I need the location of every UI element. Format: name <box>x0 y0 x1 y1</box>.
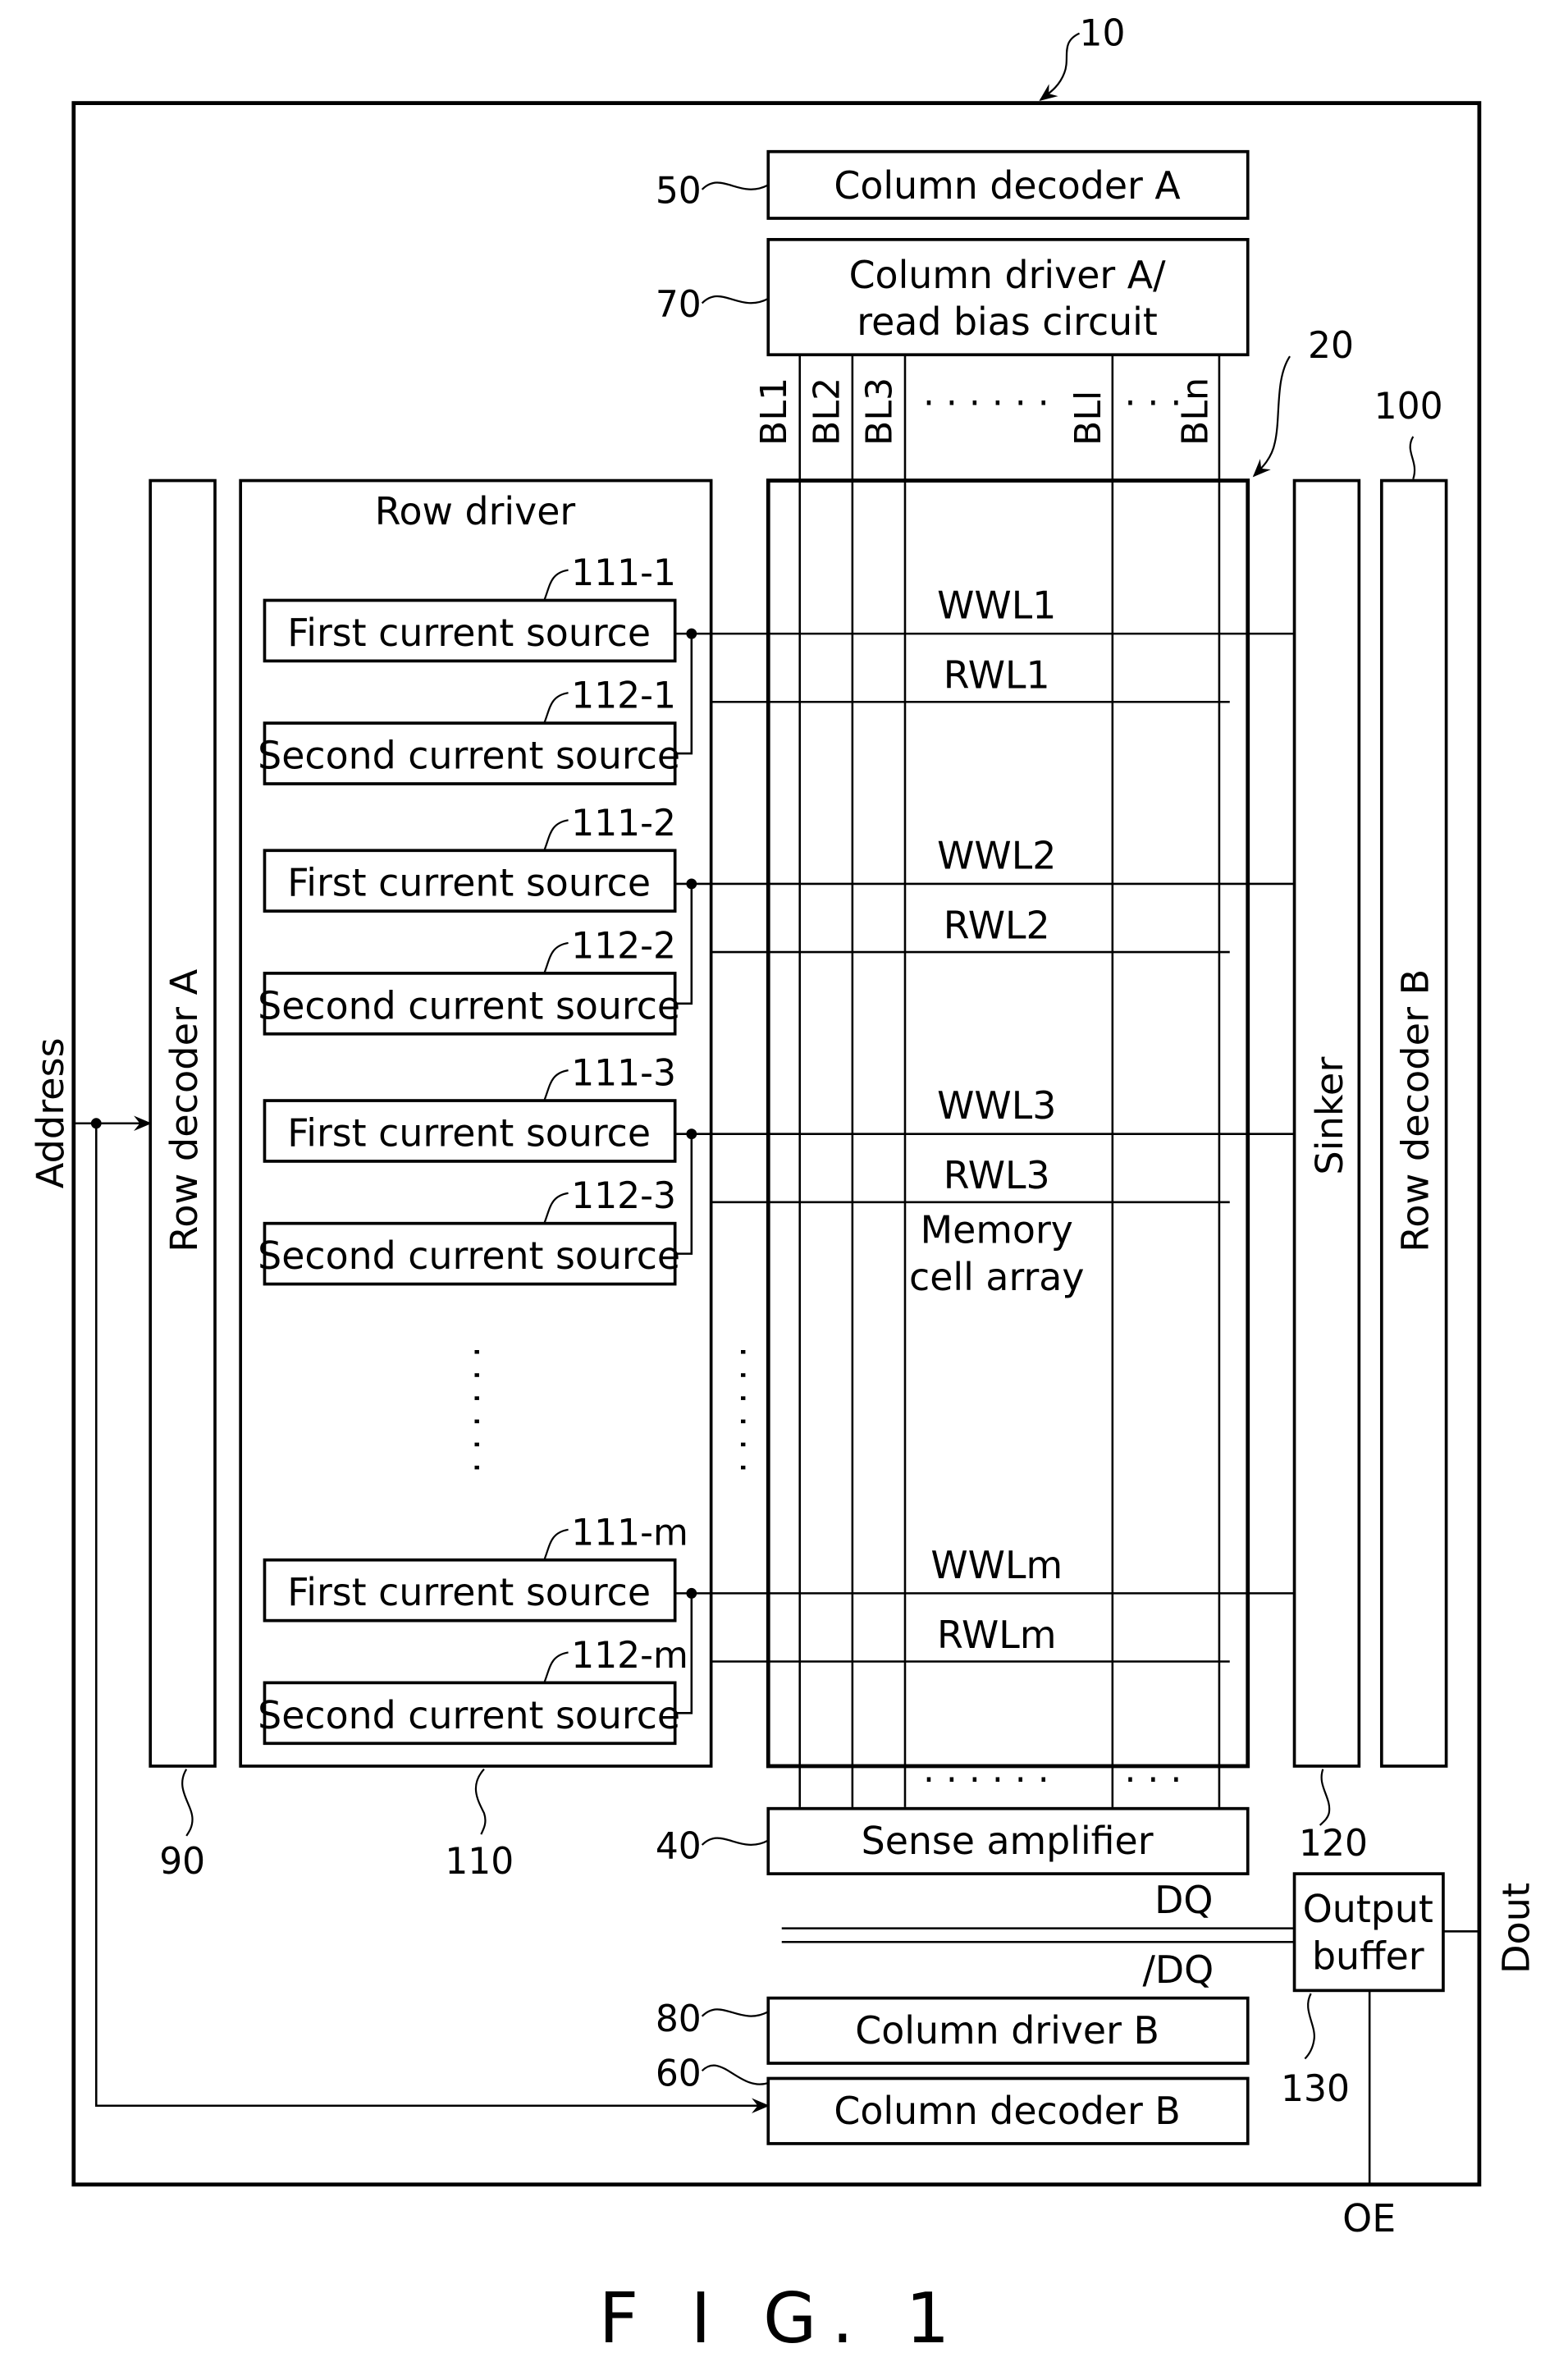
row-decoder-b-label: Row decoder B <box>1393 969 1438 1252</box>
row-decoder-a-label: Row decoder A <box>162 968 206 1252</box>
row-driver-label: Row driver <box>375 489 576 533</box>
bit-line-ellipsis-bottom-small: · · · <box>1124 1759 1182 1801</box>
ref-110-leader <box>474 1768 487 1835</box>
current-source-groups: First current source 111-1 Second current … <box>258 552 1295 1746</box>
device-ref: 10 <box>1080 12 1126 54</box>
memory-cell-array-label-line2: cell array <box>909 1255 1084 1299</box>
column-driver-a-label-line2: read bias circuit <box>857 300 1158 344</box>
bit-line-label-2: BL2 <box>807 378 848 446</box>
column-decoder-a-label: Column decoder A <box>834 163 1181 208</box>
sinker-label: Sinker <box>1307 1057 1351 1175</box>
ref-90-leader <box>181 1769 194 1837</box>
sinker: Sinker <box>1292 478 1361 1768</box>
first-current-source-label: First current source <box>287 1570 651 1614</box>
column-driver-a: Column driver A/ read bias circuit <box>766 238 1250 357</box>
ref-120-leader <box>1319 1769 1331 1826</box>
ref-100: 100 <box>1374 386 1443 428</box>
junction-dot <box>686 1128 697 1140</box>
bit-line-label-3: BL3 <box>859 378 901 446</box>
bit-line-label-l: BLl <box>1067 391 1109 446</box>
ref-50-leader <box>701 181 769 190</box>
dq-label: DQ <box>1154 1878 1213 1922</box>
ref-60-leader <box>701 2064 769 2085</box>
column-driver-b: Column driver B <box>766 1996 1250 2065</box>
first-current-source-label: First current source <box>287 861 651 905</box>
first-current-source-ref: 111-3 <box>571 1052 676 1094</box>
ref-40-leader <box>701 1837 769 1846</box>
ref-40: 40 <box>656 1825 702 1867</box>
first-current-source-ref: 111-2 <box>571 803 676 844</box>
read-word-line-label: RWL2 <box>944 903 1050 947</box>
second-current-source-label: Second current source <box>258 983 680 1028</box>
oe-label: OE <box>1342 2196 1396 2241</box>
ref-80: 80 <box>656 1998 702 2040</box>
ref-120: 120 <box>1299 1823 1368 1865</box>
column-driver-b-label: Column driver B <box>855 2008 1159 2053</box>
column-decoder-b-label: Column decoder B <box>834 2089 1180 2133</box>
sense-amplifier-label: Sense amplifier <box>862 1819 1154 1863</box>
junction-dot <box>686 1587 697 1599</box>
fig1-block-diagram: 10 Column decoder A 50 Column driver A/ … <box>28 12 1538 2359</box>
ref-70-leader <box>701 295 769 304</box>
first-current-source-ref: 111-m <box>571 1512 688 1554</box>
dq-bar-label: /DQ <box>1142 1948 1214 1992</box>
second-current-source-ref: 112-m <box>571 1635 688 1677</box>
output-buffer-label-line2: buffer <box>1312 1934 1424 1978</box>
sense-amplifier: Sense amplifier <box>766 1806 1250 1875</box>
first-current-source-label: First current source <box>287 611 651 655</box>
first-current-source-ref: 111-1 <box>571 552 676 594</box>
row-decoder-a: Row decoder A <box>149 478 217 1768</box>
read-word-line-label: RWL1 <box>944 652 1050 697</box>
figure-caption: F I G. 1 <box>599 2277 965 2359</box>
ref-50: 50 <box>656 170 702 212</box>
address-label: Address <box>28 1037 72 1188</box>
junction-dot <box>686 878 697 890</box>
ref-90: 90 <box>159 1841 205 1883</box>
ref-60: 60 <box>656 2053 702 2095</box>
write-word-line-label: WWL1 <box>937 583 1056 627</box>
output-buffer-label-line1: Output <box>1303 1887 1433 1931</box>
ref-130-leader <box>1304 1993 1315 2060</box>
second-current-source-ref: 112-3 <box>571 1175 676 1217</box>
memory-cell-array-label-line1: Memory <box>921 1208 1073 1252</box>
column-driver-a-label-line1: Column driver A/ <box>849 253 1166 297</box>
second-current-source-ref: 112-2 <box>571 925 676 967</box>
output-buffer: Output buffer <box>1292 1872 1445 1993</box>
write-word-line-label: WWLm <box>930 1543 1063 1587</box>
column-decoder-b: Column decoder B <box>766 2076 1250 2145</box>
dout-label: Dout <box>1494 1883 1538 1974</box>
bit-line-ellipsis-top: · · · · · · <box>923 382 1049 424</box>
ref-130: 130 <box>1281 2068 1350 2110</box>
array-row-ellipsis: · · · · · · <box>722 1346 764 1473</box>
ref-110: 110 <box>445 1841 514 1883</box>
row-driver-ellipsis: · · · · · · <box>455 1346 497 1473</box>
write-word-line-label: WWL2 <box>937 833 1056 877</box>
array-ref-leader <box>1252 355 1291 478</box>
write-word-line-label: WWL3 <box>937 1083 1056 1128</box>
array-ref: 20 <box>1308 325 1354 367</box>
device-ref-leader <box>1039 32 1081 102</box>
row-decoder-b: Row decoder B <box>1379 478 1448 1768</box>
bit-line-ellipsis-top-small: · · · <box>1124 382 1182 424</box>
ref-70: 70 <box>656 284 702 326</box>
first-current-source-label: First current source <box>287 1110 651 1155</box>
read-word-line-label: RWLm <box>937 1613 1056 1657</box>
bit-line-label-1: BL1 <box>753 378 795 446</box>
bit-lines <box>798 355 1221 1807</box>
second-current-source-label: Second current source <box>258 733 680 777</box>
second-current-source-ref: 112-1 <box>571 675 676 716</box>
second-current-source-label: Second current source <box>258 1693 680 1737</box>
second-current-source-label: Second current source <box>258 1234 680 1278</box>
read-word-line-label: RWL3 <box>944 1153 1050 1197</box>
junction-dot <box>686 628 697 639</box>
ref-80-leader <box>701 2008 769 2017</box>
column-decoder-a: Column decoder A <box>766 149 1250 220</box>
ref-100-leader <box>1409 436 1416 480</box>
bit-line-ellipsis-bottom: · · · · · · <box>923 1759 1049 1801</box>
